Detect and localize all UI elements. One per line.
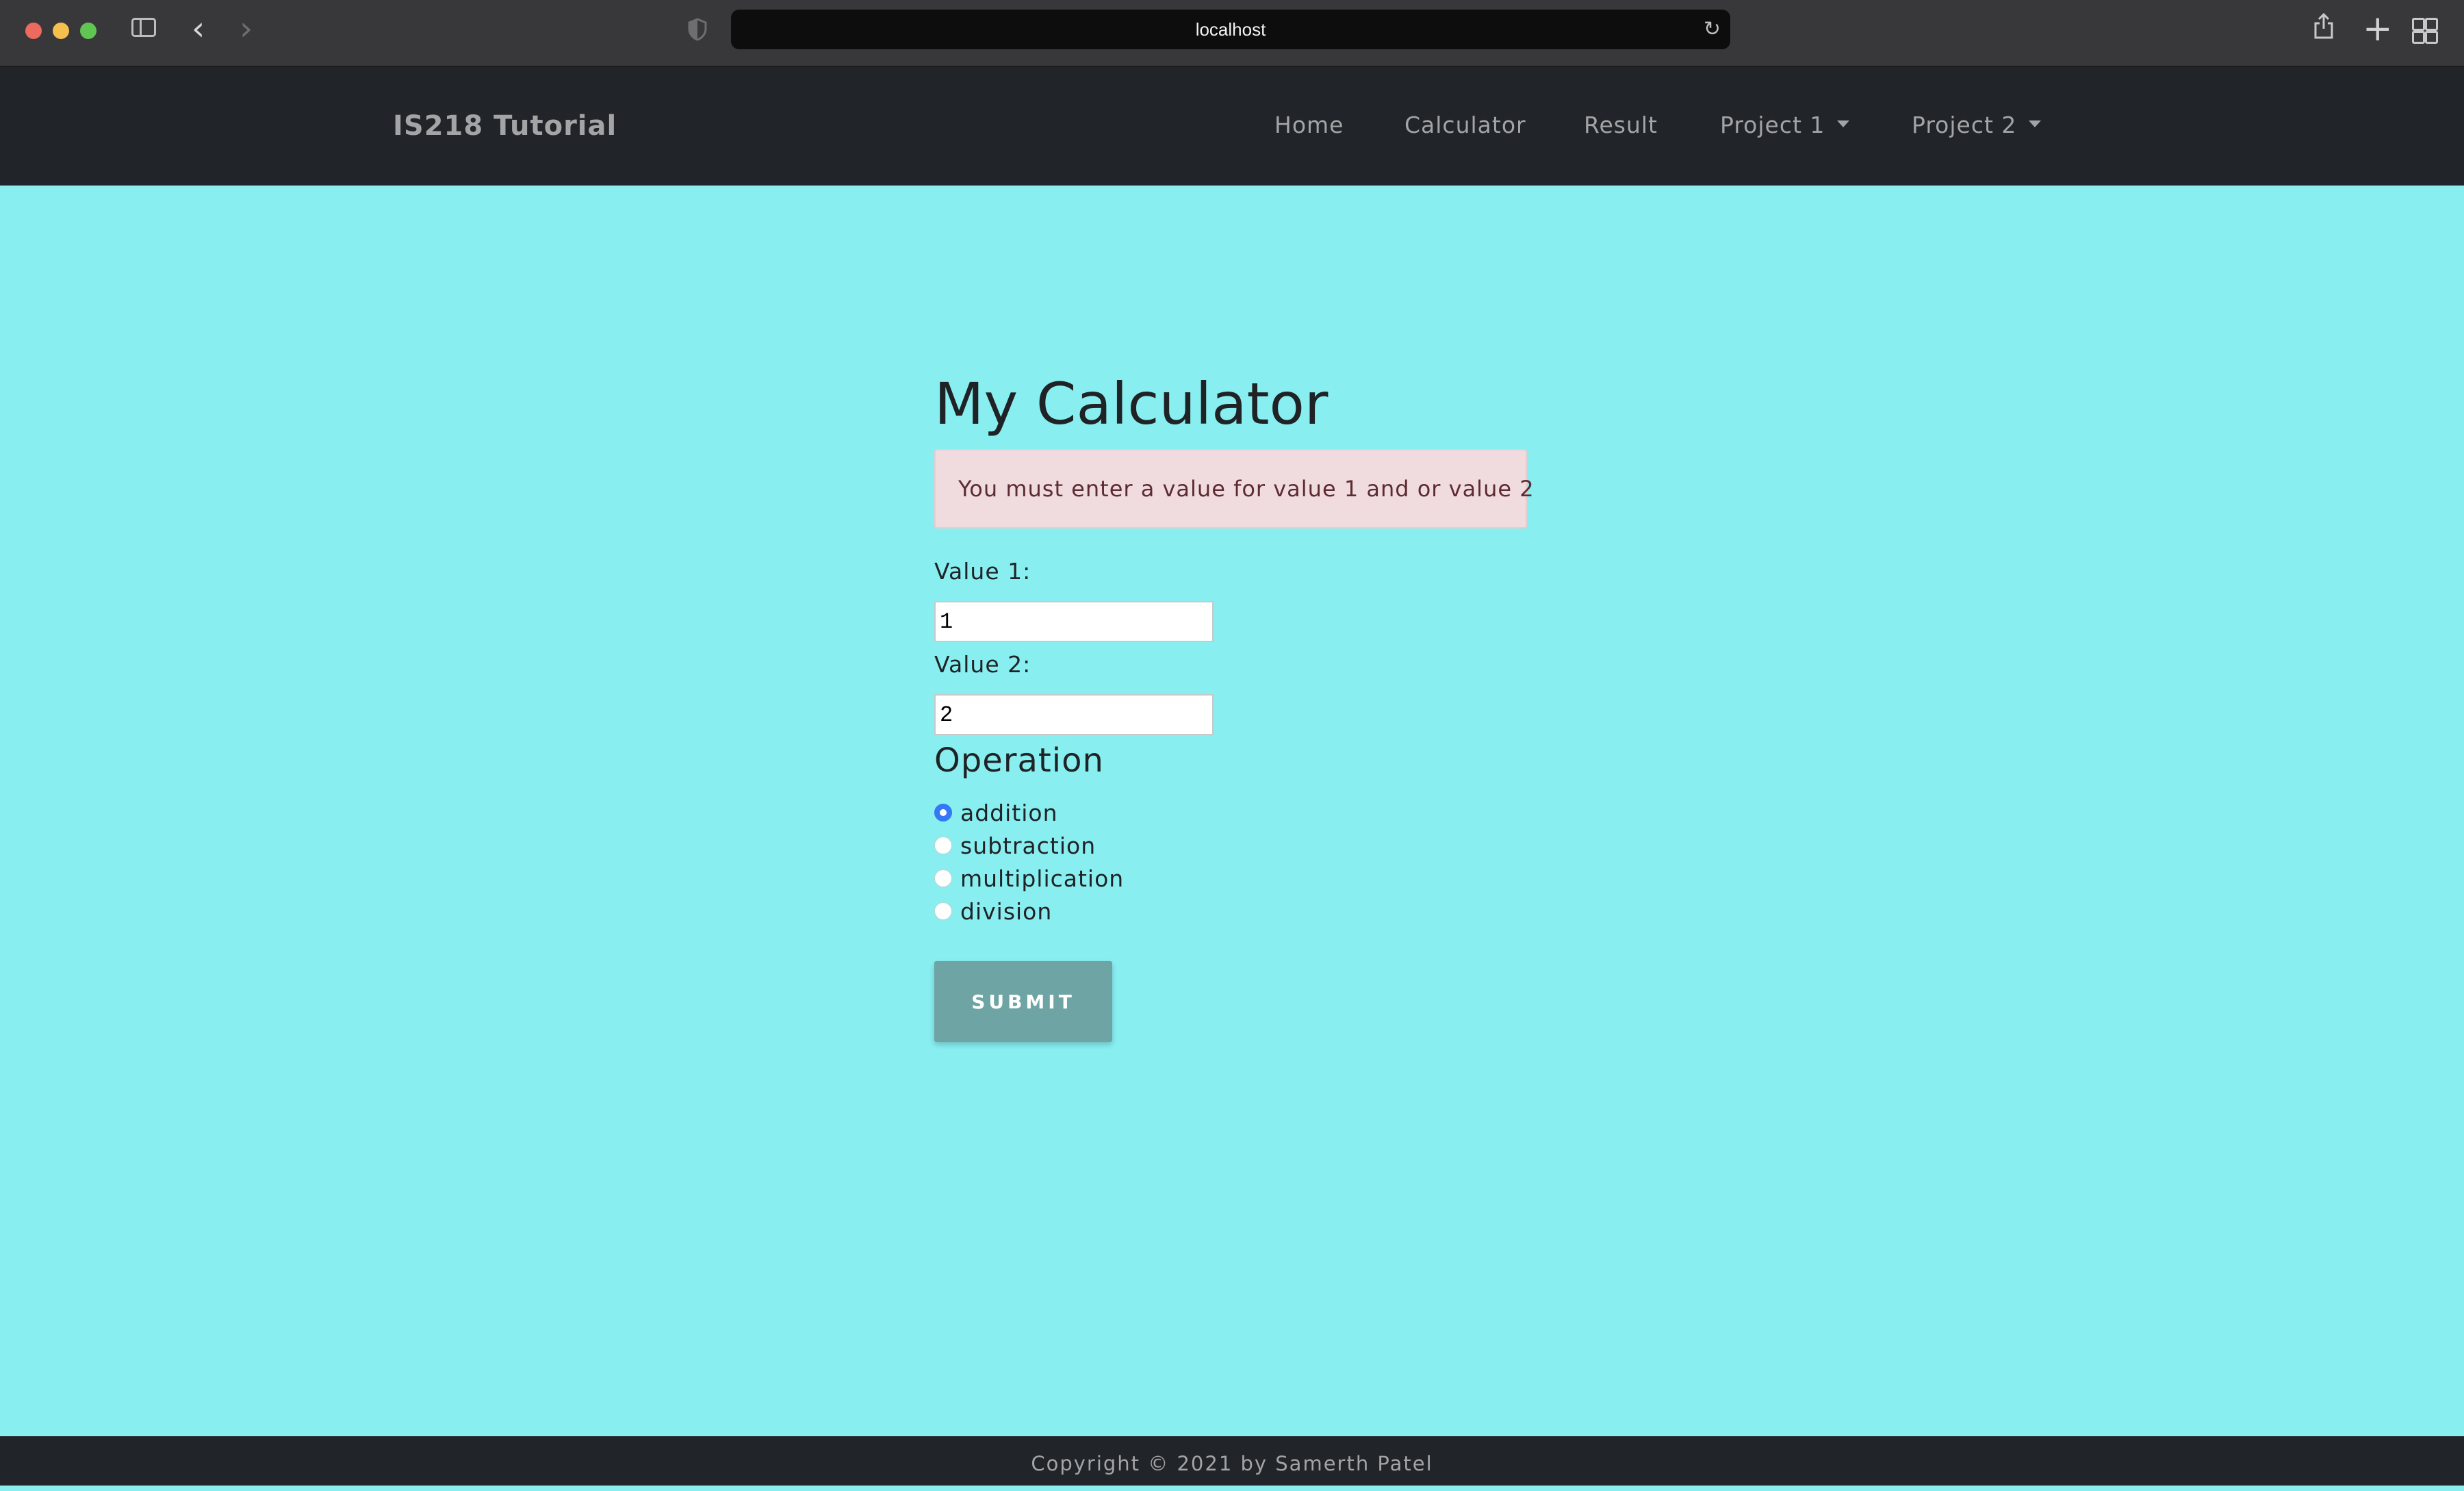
address-bar-url: localhost — [1195, 19, 1266, 40]
nav-link-home[interactable]: Home — [1274, 67, 1344, 183]
radio-option-multiplication[interactable]: multiplication — [934, 863, 1124, 893]
nav-link-result[interactable]: Result — [1584, 67, 1658, 183]
value1-input[interactable] — [934, 601, 1214, 642]
radio-option-subtraction[interactable]: subtraction — [934, 830, 1096, 861]
site-navbar: IS218 Tutorial Home Calculator Result Pr… — [0, 67, 2464, 186]
radio-option-addition[interactable]: addition — [934, 798, 1058, 828]
copyright-text: Copyright © 2021 by Samerth Patel — [1031, 1452, 1433, 1475]
navbar-brand[interactable]: IS218 Tutorial — [393, 67, 617, 186]
nav-dropdown-project-1[interactable]: Project 1 — [1720, 67, 1850, 183]
share-icon[interactable] — [2313, 12, 2334, 47]
radio-label-division[interactable]: division — [960, 898, 1052, 925]
radio-addition[interactable] — [934, 804, 952, 821]
page-title: My Calculator — [934, 370, 1329, 437]
browser-toolbar: ‹ › localhost ↻ + — [0, 0, 2464, 67]
submit-button[interactable]: SUBMIT — [934, 961, 1112, 1042]
address-bar[interactable]: localhost ↻ — [731, 10, 1730, 49]
value2-label: Value 2: — [934, 651, 1031, 678]
page-footer: Copyright © 2021 by Samerth Patel — [0, 1436, 2464, 1486]
minimize-window-button[interactable] — [53, 23, 69, 39]
tab-overview-icon[interactable] — [2412, 18, 2438, 44]
close-window-button[interactable] — [25, 23, 42, 39]
radio-option-division[interactable]: division — [934, 896, 1052, 926]
value1-label: Value 1: — [934, 558, 1031, 585]
error-alert: You must enter a value for value 1 and o… — [934, 449, 1534, 528]
back-arrow-icon[interactable]: ‹ — [192, 10, 205, 48]
radio-division[interactable] — [934, 902, 952, 920]
nav-dropdown-project-1-label: Project 1 — [1720, 112, 1825, 138]
privacy-shield-icon[interactable] — [688, 18, 707, 41]
zoom-window-button[interactable] — [80, 23, 97, 39]
radio-multiplication[interactable] — [934, 869, 952, 887]
forward-arrow-icon[interactable]: › — [240, 10, 253, 48]
radio-label-multiplication[interactable]: multiplication — [960, 865, 1124, 892]
radio-subtraction[interactable] — [934, 837, 952, 854]
operation-heading: Operation — [934, 741, 1104, 780]
caret-down-icon — [2029, 120, 2042, 127]
reload-icon[interactable]: ↻ — [1704, 10, 1721, 49]
new-tab-icon[interactable]: + — [2363, 8, 2393, 49]
value2-input[interactable] — [934, 694, 1214, 735]
nav-link-calculator[interactable]: Calculator — [1404, 67, 1526, 183]
nav-dropdown-project-2-label: Project 2 — [1912, 112, 2017, 138]
radio-label-addition[interactable]: addition — [960, 800, 1058, 826]
sidebar-toggle-icon[interactable] — [131, 18, 156, 37]
caret-down-icon — [1837, 120, 1850, 127]
radio-label-subtraction[interactable]: subtraction — [960, 832, 1096, 859]
nav-dropdown-project-2[interactable]: Project 2 — [1912, 67, 2042, 183]
